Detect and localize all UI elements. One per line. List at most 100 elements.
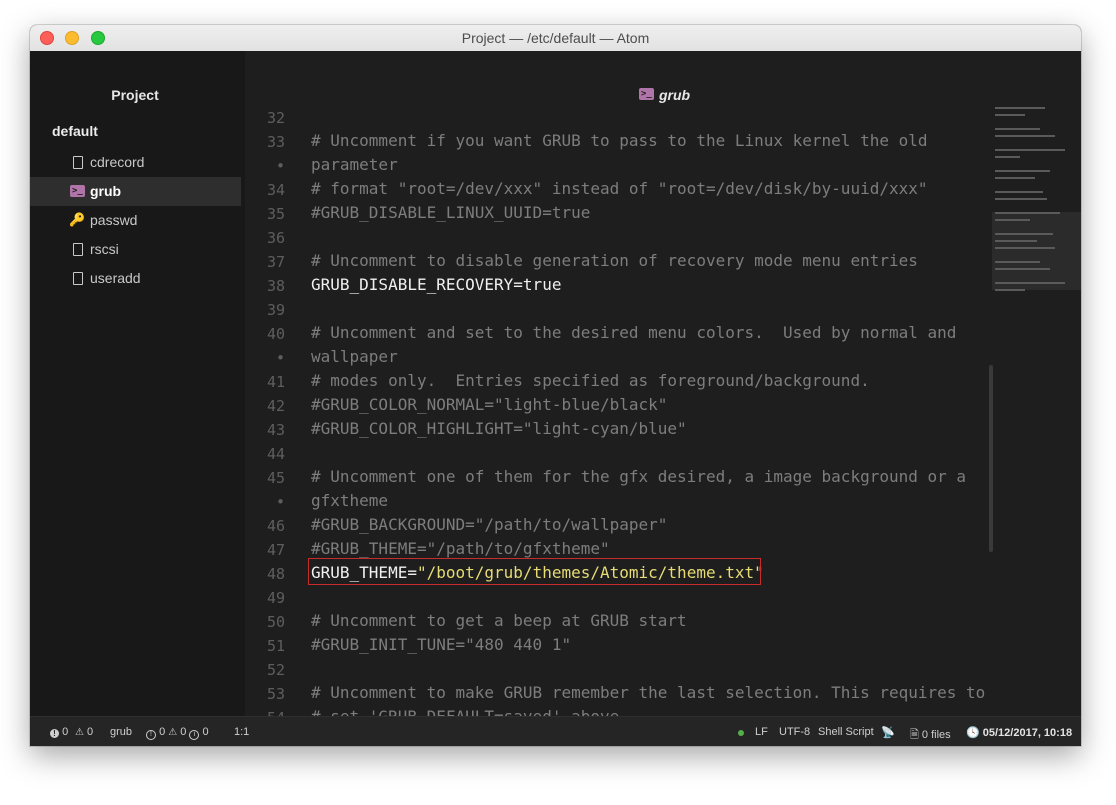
broadcast-icon[interactable]: 📡 [881, 726, 895, 739]
line-number: 53 [266, 685, 285, 703]
tree-item-label: cdrecord [90, 154, 145, 170]
tree-view: Project default cdrecord >_ grub 🔑 passw… [30, 51, 245, 716]
minimap-line [995, 128, 1040, 130]
code-text: #GRUB_BACKGROUND="/path/to/wallpaper" [311, 515, 668, 534]
window-title: Project — /etc/default — Atom [461, 30, 650, 46]
code-line[interactable]: # Uncomment to disable generation of rec… [311, 251, 918, 270]
code-text: # Uncomment one of them for the gfx desi… [311, 467, 967, 486]
project-root-folder[interactable]: default [52, 123, 98, 139]
code-line[interactable]: #GRUB_BACKGROUND="/path/to/wallpaper" [311, 515, 667, 534]
code-line[interactable]: GRUB_DISABLE_RECOVERY=true [311, 275, 561, 294]
cursor-position[interactable]: 1:1 [234, 726, 249, 738]
grammar-selector[interactable]: Shell Script [818, 726, 874, 738]
line-number: 41 [266, 373, 285, 391]
code-line[interactable]: wallpaper [311, 347, 398, 366]
tree-item-label: passwd [90, 212, 138, 228]
line-number: 54 [245, 709, 285, 716]
code-text: #GRUB_THEME="/path/to/gfxtheme" [311, 539, 610, 558]
editor-tab-title[interactable]: grub [659, 87, 690, 103]
minimap-line [995, 289, 1025, 291]
minimap-line [995, 268, 1050, 270]
code-line[interactable]: # Uncomment to get a beep at GRUB start [311, 611, 687, 630]
minimap-line [995, 212, 1060, 214]
terminal-icon: >_ [639, 88, 654, 100]
code-line[interactable]: #GRUB_INIT_TUNE="480 440 1" [311, 635, 571, 654]
warning-count[interactable]: ⚠ 0 [75, 726, 93, 738]
minimap[interactable] [995, 107, 1081, 297]
editor-pane[interactable]: >_ grub 32 33 # Uncomment if you want GRUB… [245, 51, 1081, 716]
code-text: gfxtheme [311, 491, 389, 510]
file-icon [73, 243, 83, 256]
tree-item-rscsi[interactable]: rscsi [30, 235, 241, 264]
code-text: # Uncomment and set to the desired menu … [311, 323, 957, 342]
line-number: 47 [266, 541, 285, 559]
line-number: 43 [266, 421, 285, 439]
minimap-line [995, 107, 1045, 109]
document-icon: 🗎 [910, 729, 919, 741]
code-text: # format "root=/dev/xxx" instead of "roo… [311, 179, 928, 198]
lint-warning-icon: ⚠ [168, 727, 178, 738]
tree-item-cdrecord[interactable]: cdrecord [30, 148, 241, 177]
linter-summary[interactable]: ! 0 ⚠ 0 i 0 [146, 726, 209, 740]
code-text: #GRUB_INIT_TUNE="480 440 1" [311, 635, 572, 654]
line-number: • [275, 493, 285, 511]
files-count[interactable]: 🗎 0 files [910, 726, 951, 745]
line-number: 48 [266, 565, 285, 583]
tree-item-label: useradd [90, 270, 141, 286]
code-line[interactable]: parameter [311, 155, 398, 174]
code-line[interactable]: #GRUB_DISABLE_LINUX_UUID=true [311, 203, 590, 222]
current-file-name[interactable]: grub [110, 726, 132, 738]
atom-window: Project — /etc/default — Atom Project de… [30, 25, 1081, 746]
line-number: 33 [266, 133, 285, 151]
key-icon: 🔑 [69, 212, 86, 227]
tree-item-passwd[interactable]: 🔑 passwd [30, 206, 241, 235]
file-icon [73, 272, 83, 285]
error-icon: ! [50, 729, 59, 738]
line-number: 38 [266, 277, 285, 295]
tree-view-header: Project [111, 87, 159, 103]
code-line[interactable]: # format "root=/dev/xxx" instead of "roo… [311, 179, 928, 198]
minimap-line [995, 219, 1030, 221]
line-number: 44 [266, 445, 285, 463]
line-number: 32 [266, 109, 285, 127]
line-number: 51 [266, 637, 285, 655]
line-number: 34 [266, 181, 285, 199]
minimap-line [995, 191, 1043, 193]
code-line[interactable]: # Uncomment and set to the desired menu … [311, 323, 956, 342]
line-number: 36 [266, 229, 285, 247]
lint-info-icon: i [189, 730, 200, 740]
tree-item-label: grub [90, 183, 122, 199]
vertical-scrollbar[interactable] [989, 365, 993, 552]
line-number: 40 [266, 325, 285, 343]
code-line[interactable]: # Uncomment one of them for the gfx desi… [311, 467, 966, 486]
warning-icon: ⚠ [75, 727, 84, 738]
tree-item-useradd[interactable]: useradd [30, 264, 241, 293]
code-line[interactable]: # set 'GRUB_DEFAULT=saved' above. [311, 707, 629, 716]
code-text: parameter [311, 155, 398, 174]
highlight-box [308, 558, 761, 585]
title-bar: Project — /etc/default — Atom [30, 25, 1081, 52]
code-line[interactable]: # modes only. Entries specified as foreg… [311, 371, 870, 390]
code-line[interactable]: gfxtheme [311, 491, 388, 510]
code-line[interactable]: #GRUB_THEME="/path/to/gfxtheme" [311, 539, 610, 558]
error-count[interactable]: ! 0 [50, 726, 68, 738]
code-line[interactable]: #GRUB_COLOR_HIGHLIGHT="light-cyan/blue" [311, 419, 687, 438]
encoding-selector[interactable]: UTF-8 [779, 726, 810, 738]
line-number: 46 [266, 517, 285, 535]
clock-icon: 🕓 [966, 727, 980, 739]
tree-item-label: rscsi [90, 241, 119, 257]
code-line[interactable]: # Uncomment to make GRUB remember the la… [311, 683, 985, 702]
code-text: # Uncomment to disable generation of rec… [311, 251, 918, 270]
minimap-line [995, 135, 1055, 137]
code-text: GRUB_DISABLE_RECOVERY=true [311, 275, 562, 294]
code-text: wallpaper [311, 347, 398, 366]
tree-item-grub[interactable]: >_ grub [30, 177, 241, 206]
code-line[interactable]: # Uncomment if you want GRUB to pass to … [311, 131, 928, 150]
line-number: 45 [266, 469, 285, 487]
line-ending-selector[interactable]: LF [755, 726, 768, 738]
code-text: #GRUB_COLOR_NORMAL="light-blue/black" [311, 395, 668, 414]
code-text: #GRUB_DISABLE_LINUX_UUID=true [311, 203, 591, 222]
code-line[interactable]: #GRUB_COLOR_NORMAL="light-blue/black" [311, 395, 667, 414]
minimap-line [995, 177, 1035, 179]
line-number: 52 [266, 661, 285, 679]
